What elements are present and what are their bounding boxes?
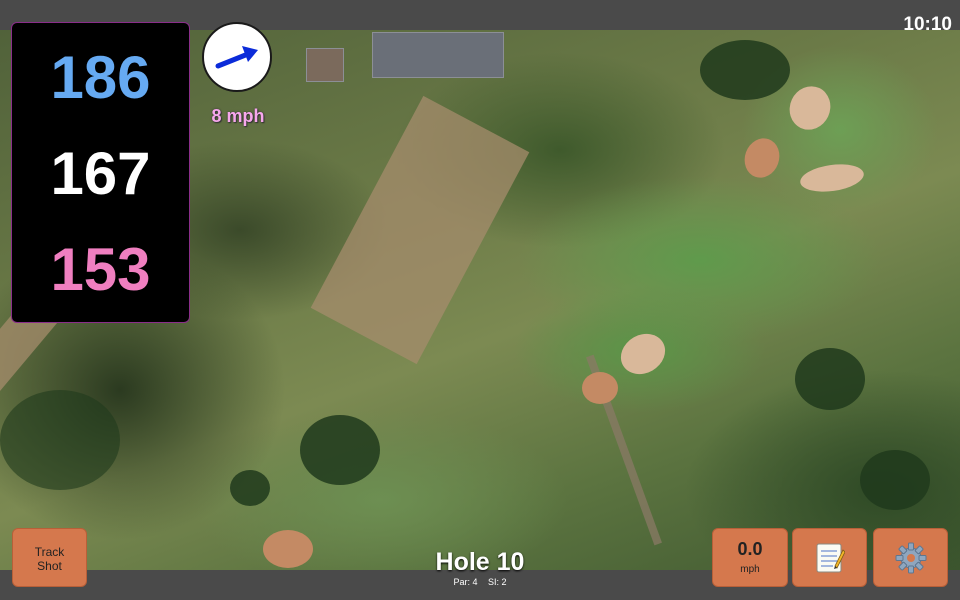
map-building [372, 32, 504, 78]
map-dirt-path [310, 95, 530, 365]
track-shot-label-line2: Shot [37, 559, 62, 573]
map-tree [300, 415, 380, 485]
map-tree [860, 450, 930, 510]
map-tree [700, 40, 790, 100]
map-bunker [798, 160, 866, 196]
wind-speed-label: 8 mph [211, 106, 265, 126]
scorecard-notes-button[interactable] [792, 528, 867, 587]
speed-unit: mph [740, 564, 760, 575]
hole-par: Par: 4 [453, 577, 478, 587]
clock: 10:10 [903, 14, 952, 35]
back-distance: 186 [50, 44, 151, 111]
map-tree [795, 348, 865, 410]
map-tree [0, 390, 120, 490]
distance-panel: 186 167 153 [11, 22, 190, 323]
map-bunker [263, 530, 313, 568]
speed-button[interactable]: 0.0 mph [712, 528, 788, 587]
settings-button[interactable] [873, 528, 948, 587]
map-tree [230, 470, 270, 506]
front-distance: 153 [50, 236, 151, 303]
map-building [306, 48, 344, 82]
middle-distance: 167 [50, 140, 151, 207]
map-bunker [582, 372, 618, 404]
wind-direction-dial [202, 22, 272, 92]
map-bunker [613, 326, 673, 382]
wind-arrow-icon [215, 46, 258, 69]
hole-stroke-index: SI: 2 [488, 577, 507, 587]
track-shot-label-line1: Track [34, 545, 65, 559]
track-shot-button[interactable]: Track Shot [12, 528, 87, 587]
speed-value: 0.0 [737, 539, 763, 559]
notepad-icon [816, 543, 845, 573]
hole-info: Par: 4 SI: 2 [380, 577, 580, 587]
gear-icon [895, 542, 927, 574]
map-bunker [782, 79, 838, 137]
hole-title: Hole 10 [435, 548, 525, 576]
map-bunker [739, 133, 785, 183]
